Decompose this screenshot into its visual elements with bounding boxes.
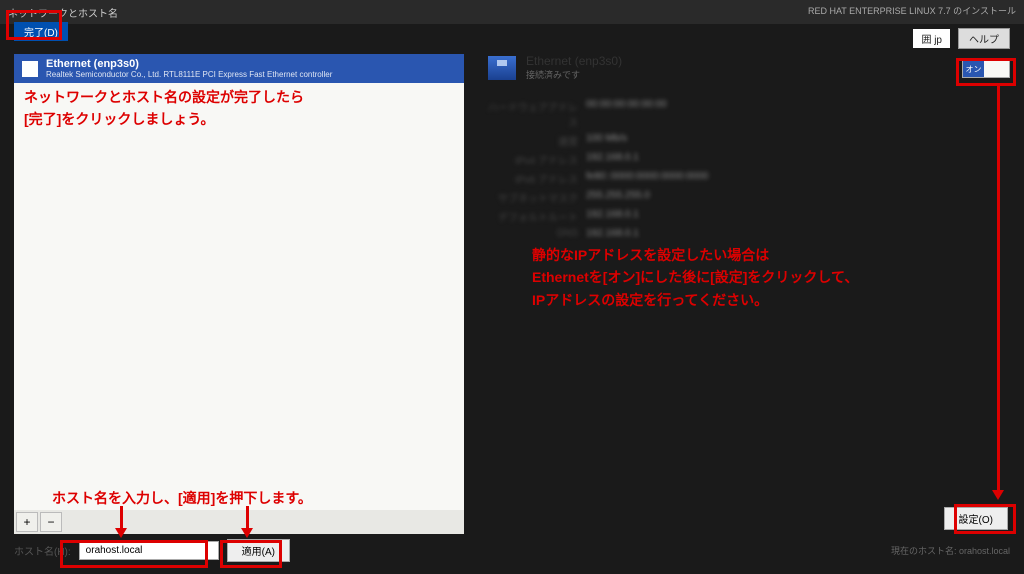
route-label: デフォルトルート [488, 209, 578, 224]
interface-item-ethernet[interactable]: Ethernet (enp3s0) Realtek Semiconductor … [14, 54, 464, 83]
hostname-input[interactable] [79, 541, 219, 560]
speed-value: 100 Mb/s [586, 133, 627, 148]
annotation-arrow-host [120, 506, 123, 528]
breadcrumb: ネットワークとホスト名 [8, 5, 118, 20]
ethernet-icon [22, 61, 38, 77]
ipv6-value: fe80::0000:0000:0000:0000 [586, 171, 708, 186]
done-button[interactable]: 完了(D) [14, 22, 68, 41]
current-hostname-value: orahost.local [959, 546, 1010, 556]
hostname-label: ホスト名(H): [14, 543, 71, 558]
device-status: 接続済みです [526, 68, 622, 81]
apply-button[interactable]: 適用(A) [227, 539, 290, 562]
route-value: 192.168.0.1 [586, 209, 639, 224]
interface-list-panel: Ethernet (enp3s0) Realtek Semiconductor … [14, 54, 464, 534]
hwaddr-value: 00:00:00:00:00:00 [586, 99, 667, 129]
speed-label: 速度 [488, 133, 578, 148]
product-label: RED HAT ENTERPRISE LINUX 7.7 のインストール [808, 4, 1016, 17]
device-icon [488, 56, 516, 80]
language-selector[interactable]: 囲 jp [913, 29, 950, 48]
dns-label: DNS [488, 228, 578, 239]
help-button[interactable]: ヘルプ [958, 28, 1010, 49]
annotation-arrow-toggle [997, 86, 1000, 490]
ipv6-label: IPv6 アドレス [488, 171, 578, 186]
add-interface-button[interactable]: + [16, 512, 38, 532]
subnet-label: サブネットマスク [488, 190, 578, 205]
interface-subtitle: Realtek Semiconductor Co., Ltd. RTL8111E… [46, 70, 332, 79]
dns-value: 192.168.0.1 [586, 228, 639, 239]
ipv4-value: 192.168.0.1 [586, 152, 639, 167]
subnet-value: 255.255.255.0 [586, 190, 650, 205]
toggle-knob [984, 61, 1009, 77]
hwaddr-label: ハードウェアアドレス [488, 99, 578, 129]
configure-button[interactable]: 設定(O) [944, 507, 1008, 530]
remove-interface-button[interactable]: − [40, 512, 62, 532]
connection-toggle[interactable]: オン [962, 60, 1010, 78]
ipv4-label: IPv4 アドレス [488, 152, 578, 167]
annotation-arrow-apply [246, 506, 249, 528]
device-name: Ethernet (enp3s0) [526, 54, 622, 68]
current-hostname-label: 現在のホスト名: [891, 546, 957, 556]
interface-details-panel: Ethernet (enp3s0) 接続済みです オン ハードウェアアドレス 00… [488, 54, 1010, 534]
interface-title: Ethernet (enp3s0) [46, 58, 332, 70]
toggle-on-label: オン [963, 61, 984, 77]
